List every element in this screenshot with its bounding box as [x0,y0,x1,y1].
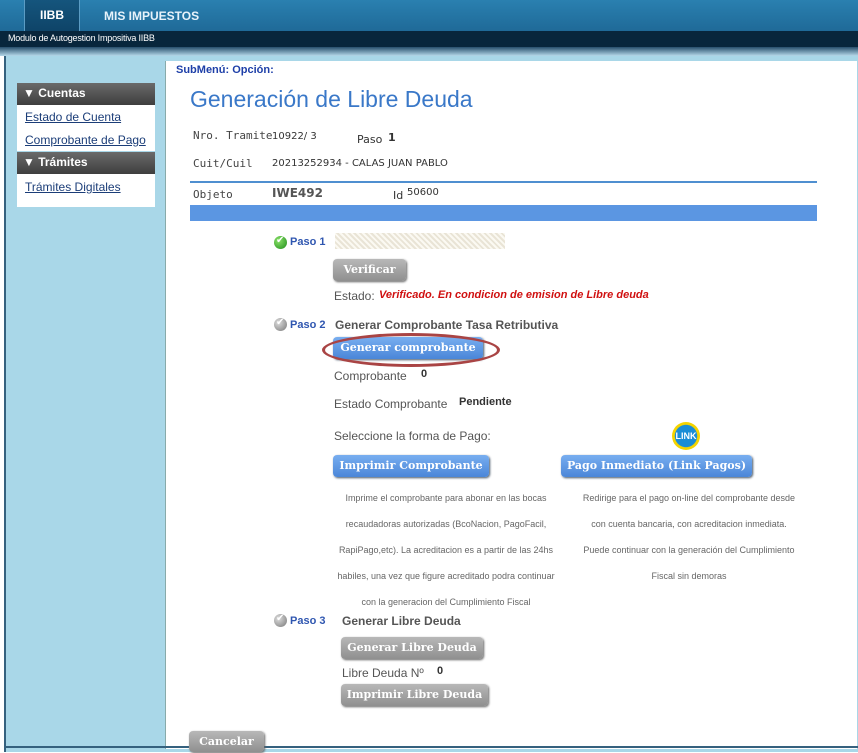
link-desc-line: Redirige para el pago on-line del compro… [582,493,796,503]
check-gray-icon [274,613,287,627]
print-desc-line: Imprime el comprobante para abonar en la… [345,493,547,503]
link-logo-icon: LINK [672,422,700,450]
generar-libre-deuda-button[interactable]: Generar Libre Deuda [341,637,483,659]
objeto-value: IWE492 [272,186,323,200]
frame-bottom-border [4,746,858,748]
forma-pago-label: Seleccione la forma de Pago: [334,429,491,443]
print-desc-line: RapiPago,etc). La acreditacion es a part… [338,545,554,555]
verificar-button[interactable]: Verificar [333,259,406,281]
imprimir-comprobante-button[interactable]: Imprimir Comprobante [333,455,489,477]
imprimir-libre-deuda-button[interactable]: Imprimir Libre Deuda [341,684,488,706]
link-description: Redirige para el pago on-line del compro… [561,485,817,589]
sidebar-section-tramites[interactable]: ▼ Trámites [17,152,155,174]
comprobante-value: 0 [421,368,428,380]
sidebar-section-cuentas[interactable]: ▼ Cuentas [17,83,155,105]
tramite-label: Nro. Tramite [193,129,273,142]
comprobante-label: Comprobante [334,369,407,383]
cancelar-button[interactable]: Cancelar [189,731,264,752]
print-desc-line: habiles, una vez que figure acreditado p… [337,571,555,581]
section-divider [190,181,817,183]
highlight-oval [322,333,500,367]
paso-value: 1 [388,131,396,144]
check-green-icon [274,235,287,249]
blue-separator-bar [190,205,817,221]
tramite-value: 10922/ 3 [272,131,317,142]
libre-deuda-label: Libre Deuda Nº [342,666,424,680]
print-desc-line: recaudadoras autorizadas (BcoNacion, Pag… [345,519,547,529]
header-gradient [0,47,858,56]
sidebar-item-tramites-digitales[interactable]: Trámites Digitales [25,180,121,194]
libre-deuda-value: 0 [437,665,444,677]
sidebar-item-estado-de-cuenta[interactable]: Estado de Cuenta [25,110,121,124]
paso1-estado-label: Estado: [334,289,375,303]
paso3-label: Paso 3 [290,615,326,627]
page-title: Generación de Libre Deuda [190,86,473,112]
link-desc-line: con cuenta bancaria, con acreditacion in… [591,519,787,529]
module-title: Modulo de Autogestion Impositiva IIBB [8,33,155,43]
link-desc-line: Fiscal sin demoras [651,571,727,581]
cuit-label: Cuit/Cuil [193,157,253,170]
paso2-title: Generar Comprobante Tasa Retributiva [335,318,559,332]
top-nav-bar: IIBB MIS IMPUESTOS [0,0,858,31]
link-desc-line: Puede continuar con la generación del Cu… [583,545,795,555]
paso3-title: Generar Libre Deuda [342,614,461,628]
paso-label: Paso [357,133,383,146]
objeto-label: Objeto [193,188,233,201]
paso1-label: Paso 1 [290,236,326,248]
progress-hatch [335,233,505,249]
print-description: Imprime el comprobante para abonar en la… [333,485,559,615]
estado-comprobante-label: Estado Comprobante [334,397,448,411]
tab-mis-impuestos[interactable]: MIS IMPUESTOS [104,0,199,31]
print-desc-line: con la generacion del Cumplimiento Fisca… [361,597,531,607]
paso2-label: Paso 2 [290,319,326,331]
sidebar-item-comprobante-de-pago[interactable]: Comprobante de Pago [25,133,146,147]
id-value: 50600 [407,187,439,198]
paso1-estado-value: Verificado. En condicion de emision de L… [379,289,649,301]
module-bar: Modulo de Autogestion Impositiva IIBB [0,31,858,47]
check-gray-icon [274,317,287,331]
cuit-value: 20213252934 - CALAS JUAN PABLO [272,158,448,169]
tab-iibb[interactable]: IIBB [24,0,80,31]
submenu-label: SubMenú: Opción: [176,64,274,76]
estado-comprobante-value: Pendiente [459,396,512,408]
pago-inmediato-button[interactable]: Pago Inmediato (Link Pagos) [561,455,752,477]
id-label: Id [393,189,404,202]
